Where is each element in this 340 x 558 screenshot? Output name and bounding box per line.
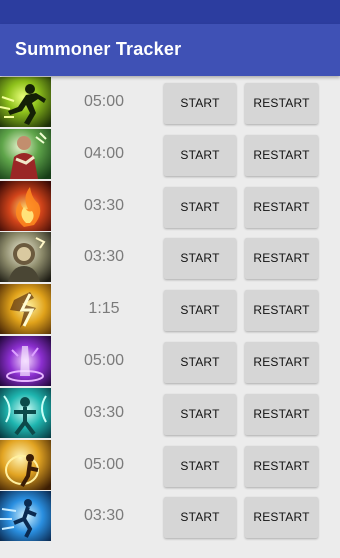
timer-display: 05:00 — [83, 351, 125, 369]
heal-spell-icon — [0, 128, 51, 179]
status-bar — [0, 0, 340, 24]
restart-button[interactable]: RESTART — [245, 393, 318, 435]
start-button[interactable]: START — [164, 445, 236, 487]
start-button[interactable]: START — [164, 186, 236, 228]
smite-spell-icon — [0, 284, 51, 335]
start-button[interactable]: START — [164, 134, 236, 176]
restart-button[interactable]: RESTART — [245, 134, 318, 176]
timer-display: 03:30 — [83, 403, 125, 421]
timer-display: 03:30 — [83, 196, 125, 214]
list-item: 1:15 START RESTART — [0, 283, 340, 335]
restart-button[interactable]: RESTART — [245, 290, 318, 332]
app-bar: Summoner Tracker — [0, 24, 340, 76]
timer-display: 04:00 — [83, 144, 125, 162]
app-title: Summoner Tracker — [15, 39, 182, 59]
restart-button[interactable]: RESTART — [245, 445, 318, 487]
start-button[interactable]: START — [164, 497, 236, 539]
ignite-spell-icon — [0, 180, 51, 231]
barrier-spell-icon — [0, 491, 51, 542]
timer-display: 1:15 — [88, 300, 120, 318]
flash-spell-icon — [0, 439, 51, 490]
restart-button[interactable]: RESTART — [245, 341, 318, 383]
list-item: 03:30 START RESTART — [0, 490, 340, 542]
list-item: 03:30 START RESTART — [0, 387, 340, 439]
start-button[interactable]: START — [164, 393, 236, 435]
start-button[interactable]: START — [164, 290, 236, 332]
list-item: 04:00 START RESTART — [0, 128, 340, 180]
cleanse-spell-icon — [0, 387, 51, 438]
start-button[interactable]: START — [164, 341, 236, 383]
list-item: 05:00 START RESTART — [0, 76, 340, 128]
list-item: 03:30 START RESTART — [0, 180, 340, 232]
restart-button[interactable]: RESTART — [245, 238, 318, 280]
spell-list: 05:00 START RESTART 04:00 START RESTART … — [0, 76, 340, 542]
timer-display: 05:00 — [83, 455, 125, 473]
exhaust-spell-icon — [0, 232, 51, 283]
list-item: 03:30 START RESTART — [0, 231, 340, 283]
restart-button[interactable]: RESTART — [245, 83, 318, 124]
list-item: 05:00 START RESTART — [0, 335, 340, 387]
restart-button[interactable]: RESTART — [245, 497, 318, 539]
teleport-spell-icon — [0, 335, 51, 386]
restart-button[interactable]: RESTART — [245, 186, 318, 228]
timer-display: 03:30 — [83, 248, 125, 266]
list-item: 05:00 START RESTART — [0, 439, 340, 491]
start-button[interactable]: START — [164, 83, 236, 124]
start-button[interactable]: START — [164, 238, 236, 280]
ghost-spell-icon — [0, 77, 51, 127]
timer-display: 03:30 — [83, 507, 125, 525]
timer-display: 05:00 — [83, 93, 125, 110]
